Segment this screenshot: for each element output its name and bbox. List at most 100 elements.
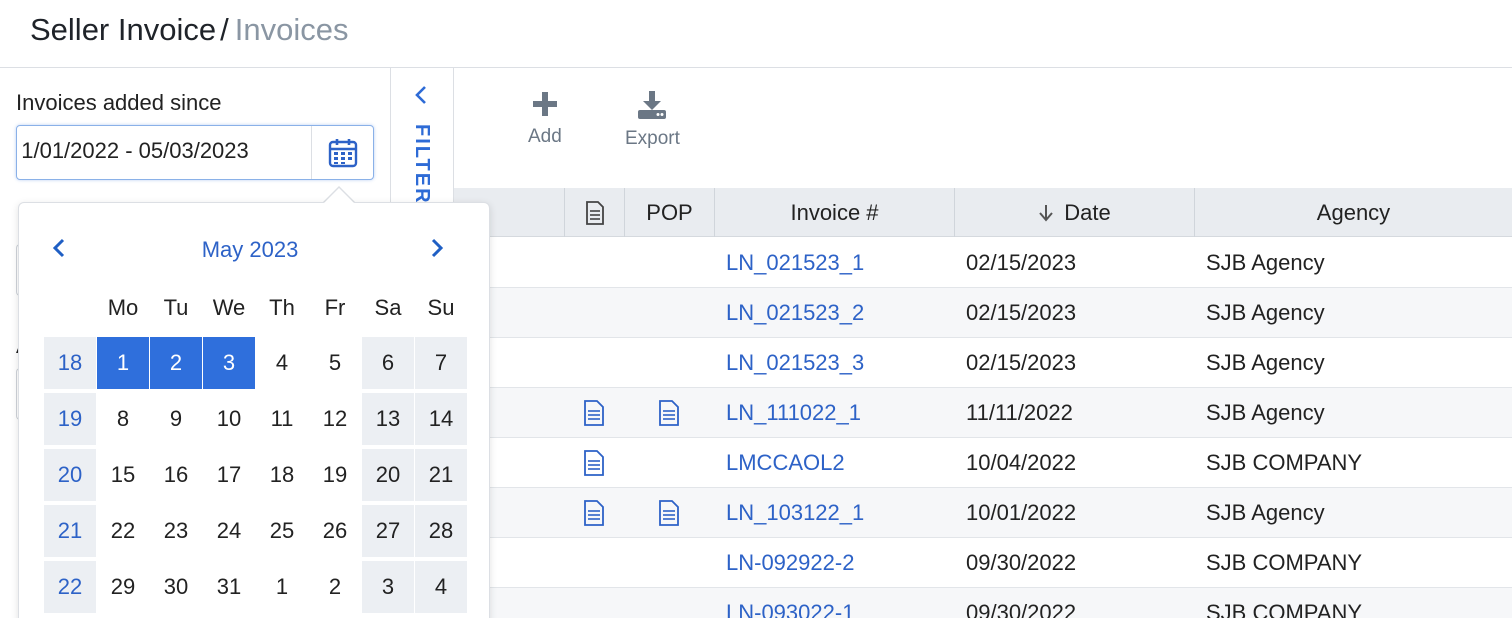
document-cell[interactable] bbox=[564, 438, 624, 488]
invoice-link[interactable]: LN-092922-2 bbox=[726, 538, 954, 588]
pop-document-icon[interactable] bbox=[658, 400, 680, 426]
calendar-day[interactable]: 15 bbox=[97, 449, 149, 501]
calendar-day[interactable]: 30 bbox=[150, 561, 202, 613]
agency-name: SJB COMPANY bbox=[1206, 600, 1363, 618]
document-icon[interactable] bbox=[583, 450, 605, 476]
calendar-day[interactable]: 4 bbox=[415, 561, 467, 613]
calendar-day[interactable]: 3 bbox=[203, 337, 255, 389]
invoice-date: 09/30/2022 bbox=[966, 600, 1077, 618]
table-row[interactable]: LN_103122_1 10/01/2022 SJB Agency bbox=[454, 488, 1512, 538]
calendar-day[interactable]: 2 bbox=[150, 337, 202, 389]
calendar-day[interactable]: 22 bbox=[97, 505, 149, 557]
calendar-button[interactable] bbox=[311, 126, 373, 179]
calendar-month-title[interactable]: May 2023 bbox=[19, 237, 481, 263]
invoice-link[interactable]: LN_021523_2 bbox=[726, 288, 954, 338]
calendar-day[interactable]: 4 bbox=[256, 337, 308, 389]
weekday-header: Fr bbox=[324, 295, 346, 320]
add-button[interactable]: Add bbox=[528, 90, 562, 148]
export-button[interactable]: Export bbox=[625, 90, 680, 150]
calendar-day[interactable]: 1 bbox=[97, 337, 149, 389]
calendar-day[interactable]: 26 bbox=[309, 505, 361, 557]
chevron-left-icon[interactable] bbox=[51, 237, 67, 259]
calendar-day[interactable]: 9 bbox=[150, 393, 202, 445]
agency-name: SJB Agency bbox=[1206, 350, 1325, 375]
calendar-day[interactable]: 2 bbox=[309, 561, 361, 613]
pop-document-icon[interactable] bbox=[658, 500, 680, 526]
calendar-day[interactable]: 11 bbox=[256, 393, 308, 445]
column-header-document[interactable] bbox=[564, 188, 624, 237]
calendar-day[interactable]: 14 bbox=[415, 393, 467, 445]
invoice-link[interactable]: LN-093022-1 bbox=[726, 588, 954, 618]
invoice-date: 09/30/2022 bbox=[966, 550, 1077, 575]
calendar-day[interactable]: 21 bbox=[415, 449, 467, 501]
calendar-day[interactable]: 5 bbox=[309, 337, 361, 389]
add-label: Add bbox=[528, 126, 562, 147]
document-icon bbox=[585, 200, 604, 225]
week-number: 22 bbox=[44, 561, 96, 613]
column-header-agency[interactable]: Agency bbox=[1194, 188, 1512, 237]
calendar-day[interactable]: 20 bbox=[362, 449, 414, 501]
invoice-date: 02/15/2023 bbox=[966, 250, 1077, 275]
document-icon[interactable] bbox=[583, 500, 605, 526]
calendar-caret-inner bbox=[323, 188, 355, 204]
chevron-left-icon[interactable] bbox=[413, 84, 429, 106]
calendar-day[interactable]: 10 bbox=[203, 393, 255, 445]
chevron-right-icon[interactable] bbox=[429, 237, 445, 259]
date-range-input[interactable]: 01/01/2022 - 05/03/2023 bbox=[16, 125, 374, 180]
calendar-day[interactable]: 29 bbox=[97, 561, 149, 613]
calendar-day[interactable]: 27 bbox=[362, 505, 414, 557]
calendar-day[interactable]: 12 bbox=[309, 393, 361, 445]
calendar-day[interactable]: 6 bbox=[362, 337, 414, 389]
column-header-date[interactable]: Date bbox=[954, 188, 1194, 237]
pop-cell bbox=[624, 588, 714, 618]
calendar-day[interactable]: 25 bbox=[256, 505, 308, 557]
column-header-pop[interactable]: POP bbox=[624, 188, 714, 237]
calendar-day[interactable]: 7 bbox=[415, 337, 467, 389]
column-header-invoice[interactable]: Invoice # bbox=[714, 188, 954, 237]
calendar-day[interactable]: 28 bbox=[415, 505, 467, 557]
agency-name: SJB Agency bbox=[1206, 250, 1325, 275]
table-row[interactable]: LN-092922-2 09/30/2022 SJB COMPANY bbox=[454, 538, 1512, 588]
pop-cell[interactable] bbox=[624, 488, 714, 538]
calendar-day[interactable]: 8 bbox=[97, 393, 149, 445]
invoice-link[interactable]: LN_021523_3 bbox=[726, 338, 954, 388]
invoice-link[interactable]: LN_103122_1 bbox=[726, 488, 954, 538]
document-cell[interactable] bbox=[564, 388, 624, 438]
table-row[interactable]: LN_021523_1 02/15/2023 SJB Agency bbox=[454, 238, 1512, 288]
invoice-link[interactable]: LMCCAOL2 bbox=[726, 438, 954, 488]
table-row[interactable]: LN_021523_3 02/15/2023 SJB Agency bbox=[454, 338, 1512, 388]
date-range-value[interactable]: 01/01/2022 - 05/03/2023 bbox=[21, 138, 321, 164]
table-row[interactable]: LN_021523_2 02/15/2023 SJB Agency bbox=[454, 288, 1512, 338]
pop-cell bbox=[624, 338, 714, 388]
calendar-day[interactable]: 16 bbox=[150, 449, 202, 501]
calendar-day[interactable]: 23 bbox=[150, 505, 202, 557]
invoice-link[interactable]: LN_021523_1 bbox=[726, 238, 954, 288]
table-row[interactable]: LN-093022-1 09/30/2022 SJB COMPANY bbox=[454, 588, 1512, 618]
table-header: POP Invoice # Date Agency bbox=[454, 188, 1512, 237]
week-number: 21 bbox=[44, 505, 96, 557]
breadcrumb: Seller Invoice / Invoices bbox=[30, 12, 348, 48]
calendar-day[interactable]: 17 bbox=[203, 449, 255, 501]
week-number: 18 bbox=[44, 337, 96, 389]
document-icon[interactable] bbox=[583, 400, 605, 426]
table-row[interactable]: LMCCAOL2 10/04/2022 SJB COMPANY bbox=[454, 438, 1512, 488]
weekday-header: Mo bbox=[107, 295, 139, 320]
filter-toggle-label[interactable]: FILTER bbox=[410, 124, 433, 205]
weekday-header: Sa bbox=[374, 295, 402, 320]
calendar-day[interactable]: 31 bbox=[203, 561, 255, 613]
table-row[interactable]: LN_111022_1 11/11/2022 SJB Agency bbox=[454, 388, 1512, 438]
export-label: Export bbox=[625, 128, 680, 149]
invoice-date: 10/04/2022 bbox=[966, 450, 1077, 475]
document-cell bbox=[564, 588, 624, 618]
breadcrumb-parent[interactable]: Seller Invoice bbox=[30, 12, 216, 47]
invoice-date: 02/15/2023 bbox=[966, 300, 1077, 325]
calendar-day[interactable]: 19 bbox=[309, 449, 361, 501]
invoice-link[interactable]: LN_111022_1 bbox=[726, 388, 954, 438]
calendar-day[interactable]: 13 bbox=[362, 393, 414, 445]
document-cell[interactable] bbox=[564, 488, 624, 538]
pop-cell[interactable] bbox=[624, 388, 714, 438]
calendar-day[interactable]: 24 bbox=[203, 505, 255, 557]
calendar-day[interactable]: 18 bbox=[256, 449, 308, 501]
calendar-day[interactable]: 3 bbox=[362, 561, 414, 613]
calendar-day[interactable]: 1 bbox=[256, 561, 308, 613]
